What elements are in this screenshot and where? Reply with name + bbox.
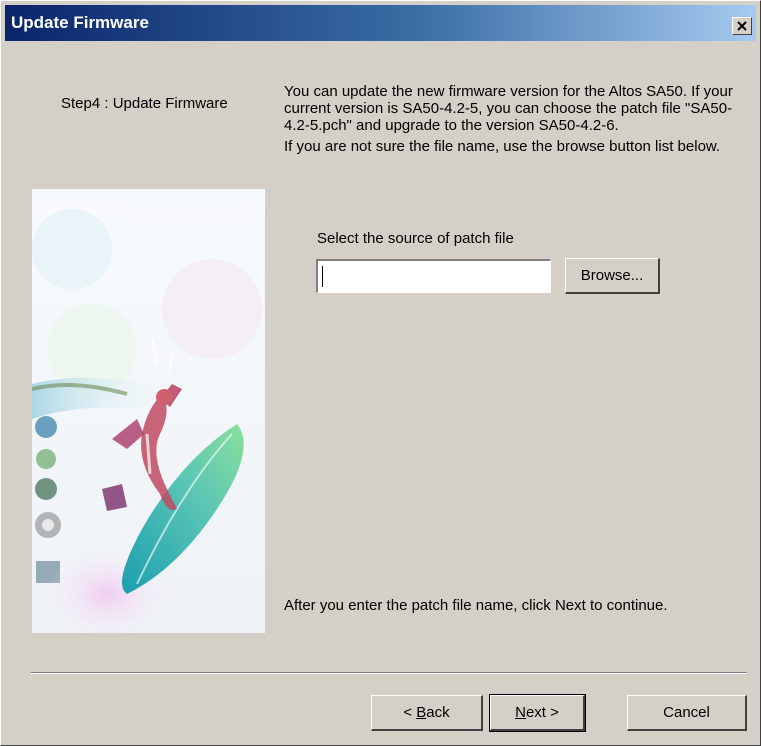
update-firmware-dialog: Update Firmware Step4 : Update Firmware [0, 0, 761, 746]
patch-file-input[interactable] [316, 259, 551, 293]
browse-button[interactable]: Browse... [565, 258, 660, 294]
back-prefix: < [403, 704, 417, 721]
cancel-button[interactable]: Cancel [627, 695, 747, 731]
window-title: Update Firmware [11, 13, 149, 32]
surfer-illustration [32, 189, 265, 633]
close-icon [737, 21, 747, 31]
text-caret [322, 266, 323, 287]
title-bar[interactable]: Update Firmware [5, 5, 756, 41]
patch-source-label: Select the source of patch file [317, 230, 514, 247]
next-rest: ext > [525, 704, 559, 721]
separator [31, 672, 747, 674]
description-paragraph-2: If you are not sure the file name, use t… [284, 138, 721, 155]
back-mnemonic: B [416, 704, 427, 721]
footer-hint: After you enter the patch file name, cli… [284, 597, 668, 614]
step-label: Step4 : Update Firmware [61, 95, 228, 112]
next-mnemonic: N [515, 704, 526, 721]
description-paragraph-1: You can update the new firmware version … [284, 83, 733, 134]
back-button[interactable]: < Back [371, 695, 483, 731]
back-rest: ack [426, 704, 450, 721]
close-button[interactable] [732, 17, 752, 35]
description: You can update the new firmware version … [284, 83, 754, 155]
next-button[interactable]: Next > [489, 694, 586, 732]
